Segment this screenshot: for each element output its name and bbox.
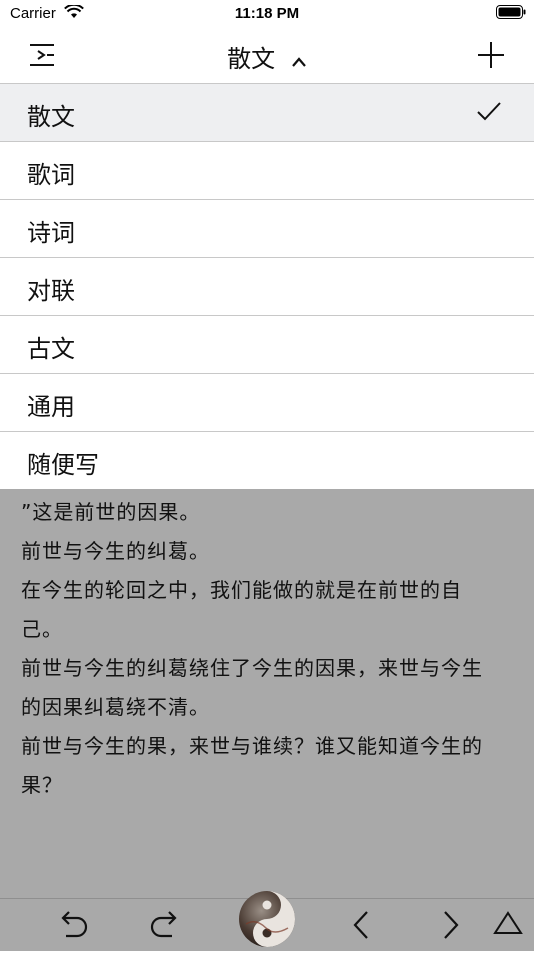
menu-item-general[interactable]: 通用 xyxy=(0,374,534,432)
undo-button[interactable] xyxy=(56,909,90,945)
add-button[interactable] xyxy=(476,40,506,70)
next-button[interactable] xyxy=(438,909,462,945)
redo-icon xyxy=(148,911,182,945)
text-body: ”这是前世的因果。 前世与今生的纠葛。 在今生的轮回之中，我们能做的就是在前世的… xyxy=(0,489,534,805)
text-line: 己。 xyxy=(21,617,63,641)
text-line: 果？ xyxy=(21,773,63,797)
triangle-up-icon xyxy=(492,911,524,941)
menu-item-label: 随便写 xyxy=(27,451,99,479)
menu-item-label: 通用 xyxy=(27,393,75,421)
menu-item-freewrite[interactable]: 随便写 xyxy=(0,432,534,490)
text-line: 的因果纠葛绕不清。 xyxy=(21,695,210,719)
status-time: 11:18 PM xyxy=(234,5,300,22)
chevron-up-icon xyxy=(291,46,307,74)
redo-button[interactable] xyxy=(148,909,182,945)
checkmark-icon xyxy=(476,100,502,126)
menu-item-classical[interactable]: 古文 xyxy=(0,316,534,374)
category-title-button[interactable]: 散文 xyxy=(0,39,534,74)
status-bar: Carrier 11:18 PM xyxy=(0,0,534,28)
plus-icon xyxy=(476,42,506,74)
collapse-button[interactable] xyxy=(492,909,524,941)
text-line: 前世与今生的纠葛。 xyxy=(21,539,210,563)
previous-button[interactable] xyxy=(350,909,374,945)
bottom-toolbar xyxy=(0,891,534,951)
menu-item-label: 诗词 xyxy=(27,219,75,247)
undo-icon xyxy=(56,911,90,945)
menu-item-prose[interactable]: 散文 xyxy=(0,84,534,142)
text-line: ”这是前世的因果。 xyxy=(21,500,201,524)
page-title: 散文 xyxy=(227,45,276,73)
yin-yang-logo[interactable] xyxy=(236,888,298,950)
menu-item-poetry[interactable]: 诗词 xyxy=(0,200,534,258)
category-dropdown: 散文 歌词 诗词 对联 古文 通用 随便写 xyxy=(0,83,534,490)
text-line: 前世与今生的果，来世与谁续？谁又能知道今生的 xyxy=(21,734,483,758)
menu-item-label: 古文 xyxy=(27,335,75,363)
navigation-bar: 散文 xyxy=(0,28,534,83)
text-line: 前世与今生的纠葛绕住了今生的因果，来世与今生 xyxy=(21,656,483,680)
battery-icon xyxy=(496,5,526,23)
chevron-right-icon xyxy=(438,911,462,945)
menu-item-couplet[interactable]: 对联 xyxy=(0,258,534,316)
menu-item-lyrics[interactable]: 歌词 xyxy=(0,142,534,200)
menu-item-label: 散文 xyxy=(27,103,75,131)
menu-item-label: 歌词 xyxy=(27,161,75,189)
menu-item-label: 对联 xyxy=(27,277,75,305)
text-line: 在今生的轮回之中，我们能做的就是在前世的自 xyxy=(21,578,462,602)
text-editor-area[interactable]: ”这是前世的因果。 前世与今生的纠葛。 在今生的轮回之中，我们能做的就是在前世的… xyxy=(0,489,534,898)
chevron-left-icon xyxy=(350,911,374,945)
